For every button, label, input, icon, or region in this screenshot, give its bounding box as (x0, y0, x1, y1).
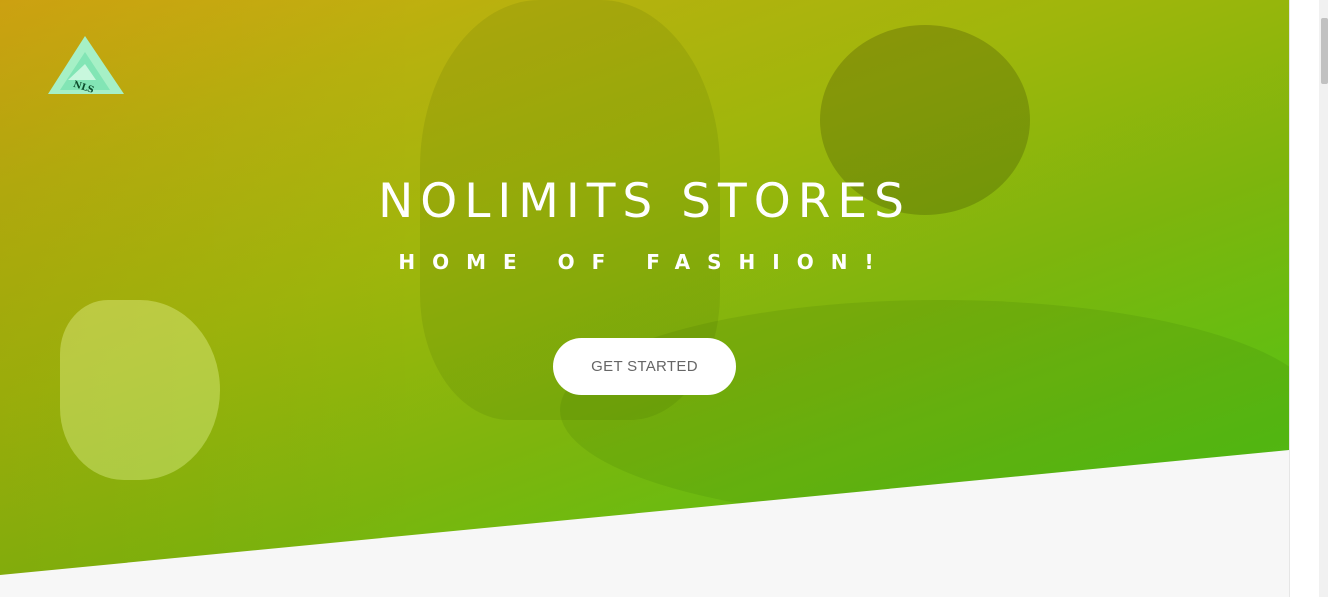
scrollbar-thumb[interactable] (1321, 18, 1328, 84)
hero-subtitle: HOME OF FASHION! (398, 250, 891, 274)
scrollbar-track[interactable] (1319, 0, 1328, 597)
get-started-button[interactable]: GET STARTED (553, 338, 736, 395)
hero-photo-rug (560, 300, 1289, 520)
triangle-mountain-logo-icon: NLS (48, 36, 124, 96)
page-viewport: NLS NOLIMITS STORES HOME OF FASHION! GET… (0, 0, 1289, 597)
hero-title: NOLIMITS STORES (378, 174, 911, 229)
hero-photo-sneaker (60, 300, 220, 480)
hero-section: NLS NOLIMITS STORES HOME OF FASHION! GET… (0, 0, 1289, 575)
brand-logo[interactable]: NLS (46, 34, 126, 96)
